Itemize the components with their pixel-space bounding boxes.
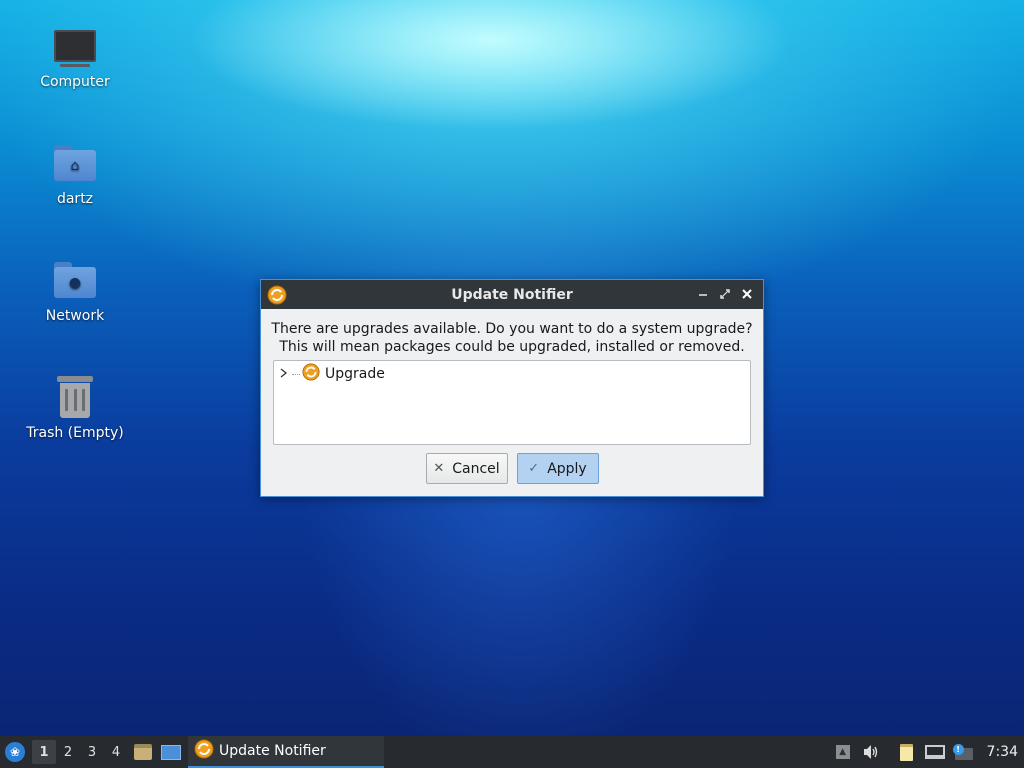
close-button[interactable] bbox=[737, 284, 757, 304]
network-button[interactable] bbox=[923, 740, 947, 764]
minimize-icon bbox=[699, 294, 707, 296]
computer-icon bbox=[51, 22, 99, 70]
checkmark-icon: ✓ bbox=[528, 461, 540, 476]
taskbar: ❀ 1 2 3 4 Update Notifier ▲ ! 7:34 bbox=[0, 736, 1024, 768]
desktop-4-button[interactable]: 4 bbox=[104, 740, 128, 764]
apply-button-label: Apply bbox=[547, 460, 587, 477]
desktop-icon-label: Trash (Empty) bbox=[26, 425, 124, 441]
clipboard-button[interactable] bbox=[895, 740, 919, 764]
desktop-switcher: 1 2 3 4 bbox=[32, 740, 128, 764]
upgrade-tree: Upgrade bbox=[273, 360, 751, 445]
trash-icon bbox=[51, 373, 99, 421]
update-available-icon: ! bbox=[952, 744, 973, 760]
system-tray: ▲ ! 7:34 bbox=[831, 736, 1024, 768]
dialog-titlebar[interactable]: Update Notifier bbox=[261, 280, 763, 309]
desktop-icon-trash[interactable]: Trash (Empty) bbox=[15, 373, 135, 441]
upgrade-package-icon bbox=[302, 363, 320, 385]
volume-icon bbox=[863, 745, 877, 759]
message-line-1: There are upgrades available. Do you wan… bbox=[271, 321, 753, 337]
update-tray-button[interactable]: ! bbox=[951, 740, 975, 764]
desktop-icon-label: dartz bbox=[56, 191, 94, 207]
network-folder-icon: ● bbox=[51, 256, 99, 304]
start-menu-button[interactable]: ❀ bbox=[0, 736, 30, 768]
close-icon bbox=[742, 289, 752, 299]
eject-icon: ▲ bbox=[835, 745, 850, 759]
desktop-icon-home[interactable]: ⌂ dartz bbox=[15, 139, 135, 207]
maximize-button[interactable] bbox=[715, 284, 735, 304]
message-line-2: This will mean packages could be upgrade… bbox=[279, 339, 745, 355]
desktop-icon-label: Computer bbox=[40, 74, 110, 90]
desktop-icon-computer[interactable]: Computer bbox=[15, 22, 135, 90]
clipboard-icon bbox=[900, 743, 914, 761]
update-notifier-icon bbox=[267, 285, 287, 309]
expand-arrow-icon[interactable] bbox=[280, 367, 292, 381]
update-notifier-icon bbox=[194, 739, 214, 763]
cancel-button-label: Cancel bbox=[452, 460, 500, 477]
dialog-title: Update Notifier bbox=[451, 286, 573, 303]
maximize-icon bbox=[720, 289, 730, 299]
show-desktop-icon bbox=[161, 744, 181, 760]
cancel-button[interactable]: ✕ Cancel bbox=[425, 453, 508, 484]
show-desktop-button[interactable] bbox=[158, 736, 184, 768]
desktop-1-button[interactable]: 1 bbox=[32, 740, 56, 764]
minimize-button[interactable] bbox=[693, 284, 713, 304]
tree-item-label: Upgrade bbox=[325, 366, 385, 382]
desktop-icon-network[interactable]: ● Network bbox=[15, 256, 135, 324]
desktop-2-button[interactable]: 2 bbox=[56, 740, 80, 764]
volume-button[interactable] bbox=[859, 740, 883, 764]
eject-button[interactable]: ▲ bbox=[831, 740, 855, 764]
cancel-x-icon: ✕ bbox=[433, 461, 445, 476]
clock[interactable]: 7:34 bbox=[987, 744, 1018, 760]
file-manager-launcher[interactable] bbox=[130, 736, 156, 768]
task-label: Update Notifier bbox=[219, 743, 326, 759]
dialog-message: There are upgrades available. Do you wan… bbox=[261, 320, 763, 356]
apply-button[interactable]: ✓ Apply bbox=[516, 453, 599, 484]
tree-item-upgrade[interactable]: Upgrade bbox=[274, 363, 750, 385]
desktop-icon-label: Network bbox=[45, 308, 105, 324]
update-notifier-dialog: Update Notifier There are upgrades avail… bbox=[260, 279, 764, 497]
desktop-3-button[interactable]: 3 bbox=[80, 740, 104, 764]
lubuntu-logo-icon: ❀ bbox=[5, 742, 25, 762]
taskbar-task-update-notifier[interactable]: Update Notifier bbox=[188, 736, 384, 768]
file-manager-icon bbox=[134, 744, 152, 760]
network-wired-icon bbox=[924, 745, 945, 759]
home-folder-icon: ⌂ bbox=[51, 139, 99, 187]
